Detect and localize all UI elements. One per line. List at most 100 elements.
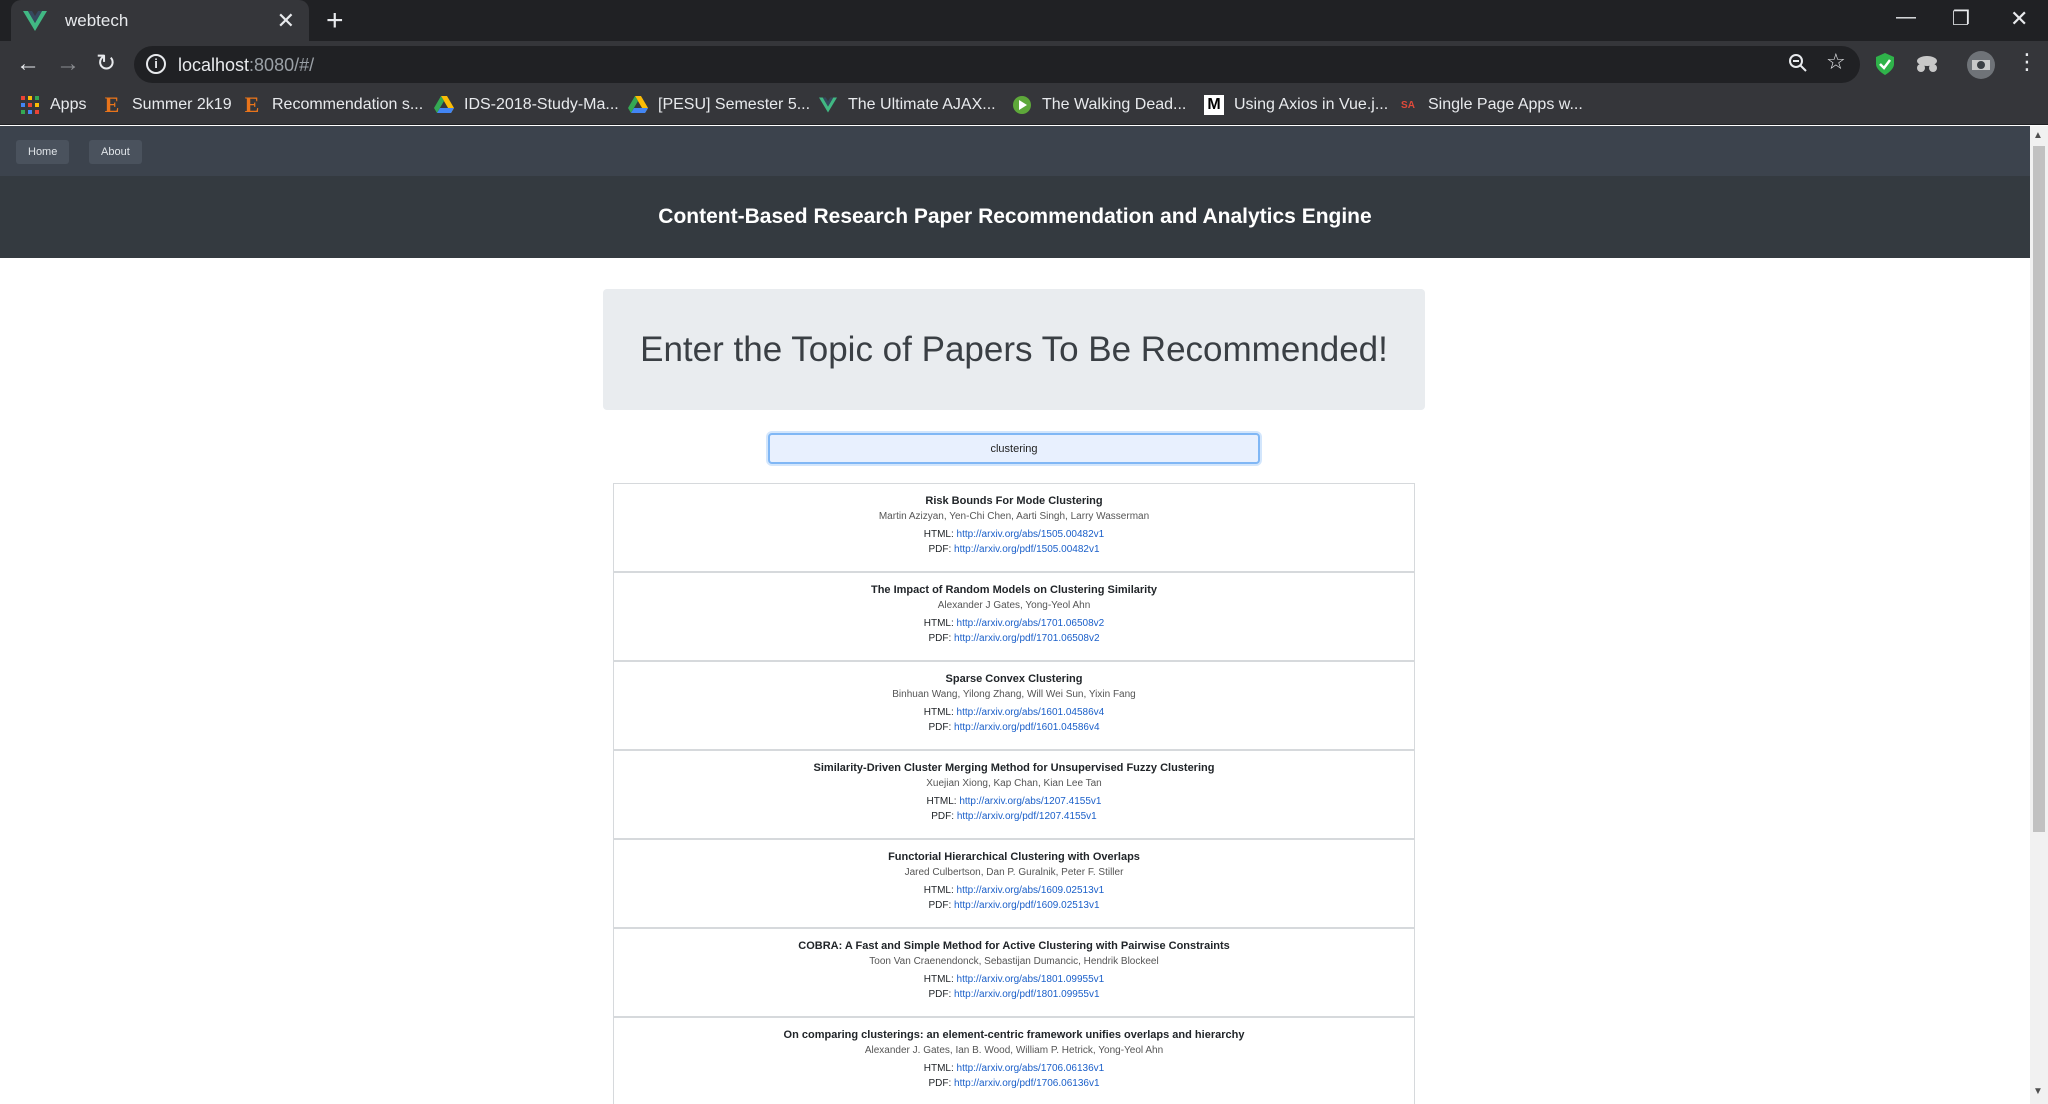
paper-authors: Toon Van Craenendonck, Sebastijan Dumanc… <box>869 956 1159 967</box>
bookmark-star-icon[interactable]: ☆ <box>1826 51 1846 73</box>
topic-search-input[interactable] <box>768 433 1260 464</box>
tab-title: webtech <box>65 10 129 30</box>
html-link[interactable]: http://arxiv.org/abs/1701.06508v2 <box>957 618 1105 629</box>
incognito-extension-icon[interactable] <box>1914 54 1940 79</box>
html-link-row: HTML: http://arxiv.org/abs/1801.09955v1 <box>614 974 1414 989</box>
html-label: HTML: <box>923 707 954 718</box>
paper-authors: Binhuan Wang, Yilong Zhang, Will Wei Sun… <box>892 689 1136 700</box>
pdf-link[interactable]: http://arxiv.org/pdf/1505.00482v1 <box>954 544 1099 555</box>
bookmark-ids-2018[interactable]: IDS-2018-Study-Ma... <box>432 94 619 116</box>
site-navbar: Home About <box>0 126 2030 176</box>
result-card: COBRA: A Fast and Simple Method for Acti… <box>613 928 1415 1017</box>
html-link-row: HTML: http://arxiv.org/abs/1609.02513v1 <box>614 885 1414 900</box>
paper-authors: Martin Azizyan, Yen-Chi Chen, Aarti Sing… <box>878 511 1150 522</box>
result-card: Risk Bounds For Mode Clustering Martin Az… <box>613 483 1415 572</box>
info-icon[interactable]: i <box>146 54 166 74</box>
result-card: The Impact of Random Models on Clusterin… <box>613 572 1415 661</box>
bookmark-label: The Ultimate AJAX... <box>848 96 996 113</box>
html-link[interactable]: http://arxiv.org/abs/1706.06136v1 <box>957 1063 1105 1074</box>
paper-authors: Xuejian Xiong, Kap Chan, Kian Lee Tan <box>926 778 1102 789</box>
html-label: HTML: <box>923 618 954 629</box>
bookmark-label: Recommendation s... <box>272 96 424 113</box>
pdf-label: PDF: <box>928 900 952 911</box>
nav-home-link[interactable]: Home <box>16 140 70 164</box>
html-label: HTML: <box>923 885 954 896</box>
restore-icon[interactable]: ❐ <box>1952 6 1970 31</box>
html-link-row: HTML: http://arxiv.org/abs/1601.04586v4 <box>614 707 1414 722</box>
html-label: HTML: <box>923 974 954 985</box>
back-icon[interactable]: ← <box>16 51 40 77</box>
close-tab-icon[interactable]: ✕ <box>277 9 295 32</box>
pdf-label: PDF: <box>928 633 952 644</box>
scrollbar-thumb[interactable] <box>2033 146 2045 832</box>
avatar[interactable] <box>1966 50 1996 85</box>
new-tab-button[interactable]: + <box>326 6 344 36</box>
html-link[interactable]: http://arxiv.org/abs/1207.4155v1 <box>959 796 1101 807</box>
bookmark-recommendation[interactable]: E Recommendation s... <box>240 92 424 117</box>
scroll-down-icon[interactable]: ▼ <box>2033 1086 2043 1097</box>
bookmark-label: Using Axios in Vue.j... <box>1234 96 1389 113</box>
nav-about-link[interactable]: About <box>89 140 142 164</box>
play-icon <box>1010 94 1034 116</box>
page-title: Content-Based Research Paper Recommendat… <box>658 205 1372 228</box>
pdf-link-row: PDF: http://arxiv.org/pdf/1207.4155v1 <box>614 811 1414 826</box>
medium-icon: M <box>1202 94 1226 116</box>
html-link-row: HTML: http://arxiv.org/abs/1701.06508v2 <box>614 618 1414 633</box>
bookmark-ajax[interactable]: The Ultimate AJAX... <box>816 94 996 116</box>
bookmarks-bar: Apps E Summer 2k19 E Recommendation s...… <box>0 88 2048 125</box>
bookmark-axios[interactable]: M Using Axios in Vue.j... <box>1202 94 1388 116</box>
browser-tab[interactable]: webtech ✕ <box>11 0 309 41</box>
pdf-link[interactable]: http://arxiv.org/pdf/1701.06508v2 <box>954 633 1099 644</box>
shield-extension-icon[interactable] <box>1874 52 1896 81</box>
drive-icon <box>432 94 456 116</box>
prompt-heading: Enter the Topic of Papers To Be Recommen… <box>640 329 1388 369</box>
header-banner: Content-Based Research Paper Recommendat… <box>0 176 2030 258</box>
html-link[interactable]: http://arxiv.org/abs/1801.09955v1 <box>957 974 1105 985</box>
menu-kebab-icon[interactable]: ⋮ <box>2016 51 2038 73</box>
sa-icon: SA <box>1401 99 1415 111</box>
forward-icon[interactable]: → <box>56 51 80 77</box>
pdf-label: PDF: <box>928 544 952 555</box>
pdf-label: PDF: <box>931 811 955 822</box>
html-label: HTML: <box>923 529 954 540</box>
scroll-up-icon[interactable]: ▲ <box>2033 130 2043 141</box>
html-link[interactable]: http://arxiv.org/abs/1609.02513v1 <box>957 885 1105 896</box>
paper-title: Functorial Hierarchical Clustering with … <box>888 851 1140 863</box>
result-card: On comparing clusterings: an element-cen… <box>613 1017 1415 1104</box>
paper-title: COBRA: A Fast and Simple Method for Acti… <box>798 940 1230 952</box>
bookmark-apps[interactable]: Apps <box>18 94 86 116</box>
bookmark-walking-dead[interactable]: The Walking Dead... <box>1010 94 1186 116</box>
address-bar[interactable]: i localhost:8080/#/ ☆ <box>134 46 1860 83</box>
html-link-row: HTML: http://arxiv.org/abs/1207.4155v1 <box>614 796 1414 811</box>
tab-strip: webtech ✕ + — ❐ ✕ <box>0 0 2048 41</box>
paper-authors: Jared Culbertson, Dan P. Guralnik, Peter… <box>904 867 1124 878</box>
pdf-link[interactable]: http://arxiv.org/pdf/1801.09955v1 <box>954 989 1099 1000</box>
bookmark-summer[interactable]: E Summer 2k19 <box>100 92 232 117</box>
vue-icon <box>816 94 840 116</box>
pdf-link[interactable]: http://arxiv.org/pdf/1609.02513v1 <box>954 900 1099 911</box>
bookmark-label: The Walking Dead... <box>1042 96 1187 113</box>
bookmark-pesu[interactable]: [PESU] Semester 5... <box>626 94 810 116</box>
bookmark-label: Single Page Apps w... <box>1428 96 1583 113</box>
pdf-link-row: PDF: http://arxiv.org/pdf/1801.09955v1 <box>614 989 1414 1004</box>
bookmark-spa[interactable]: SA Single Page Apps w... <box>1396 94 1583 116</box>
pdf-link-row: PDF: http://arxiv.org/pdf/1505.00482v1 <box>614 544 1414 559</box>
html-link[interactable]: http://arxiv.org/abs/1601.04586v4 <box>957 707 1105 718</box>
zoom-icon[interactable] <box>1788 53 1808 78</box>
minimize-icon[interactable]: — <box>1896 6 1916 29</box>
paper-authors: Alexander J Gates, Yong-Yeol Ahn <box>937 600 1091 611</box>
pdf-link-row: PDF: http://arxiv.org/pdf/1706.06136v1 <box>614 1078 1414 1093</box>
close-window-icon[interactable]: ✕ <box>2010 6 2028 32</box>
pdf-link[interactable]: http://arxiv.org/pdf/1207.4155v1 <box>957 811 1097 822</box>
bookmark-label: [PESU] Semester 5... <box>658 96 811 113</box>
reload-icon[interactable]: ↻ <box>96 51 116 77</box>
bookmark-label: Apps <box>50 96 87 113</box>
paper-title: Similarity-Driven Cluster Merging Method… <box>813 762 1215 774</box>
html-link[interactable]: http://arxiv.org/abs/1505.00482v1 <box>957 529 1105 540</box>
page-scrollbar[interactable]: ▲ ▼ <box>2030 126 2048 1104</box>
browser-toolbar: ← → ↻ i localhost:8080/#/ ☆ ⋮ <box>0 41 2048 88</box>
pdf-label: PDF: <box>928 722 952 733</box>
pdf-link[interactable]: http://arxiv.org/pdf/1706.06136v1 <box>954 1078 1099 1089</box>
pdf-link[interactable]: http://arxiv.org/pdf/1601.04586v4 <box>954 722 1099 733</box>
vue-favicon-icon <box>23 10 49 31</box>
